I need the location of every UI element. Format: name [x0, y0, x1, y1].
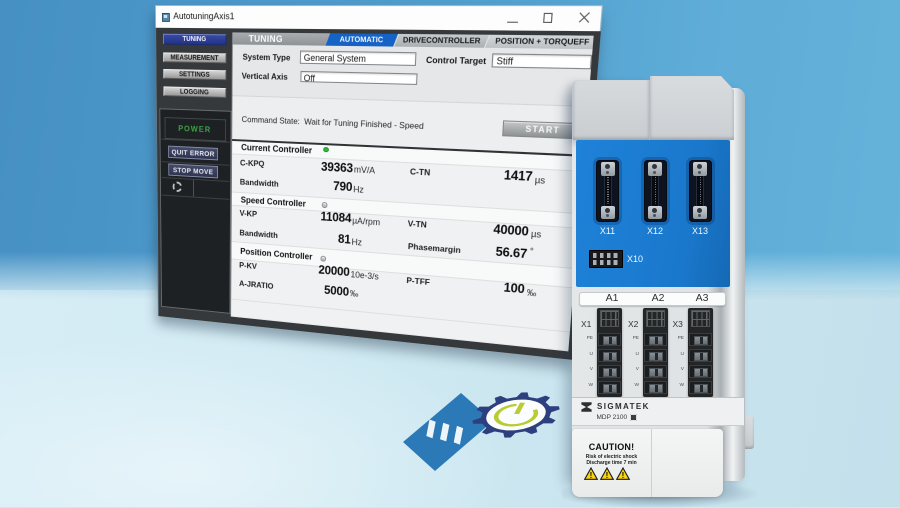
- svg-text:!: !: [606, 471, 609, 480]
- svg-text:!: !: [590, 471, 593, 480]
- svg-text:!: !: [622, 471, 625, 480]
